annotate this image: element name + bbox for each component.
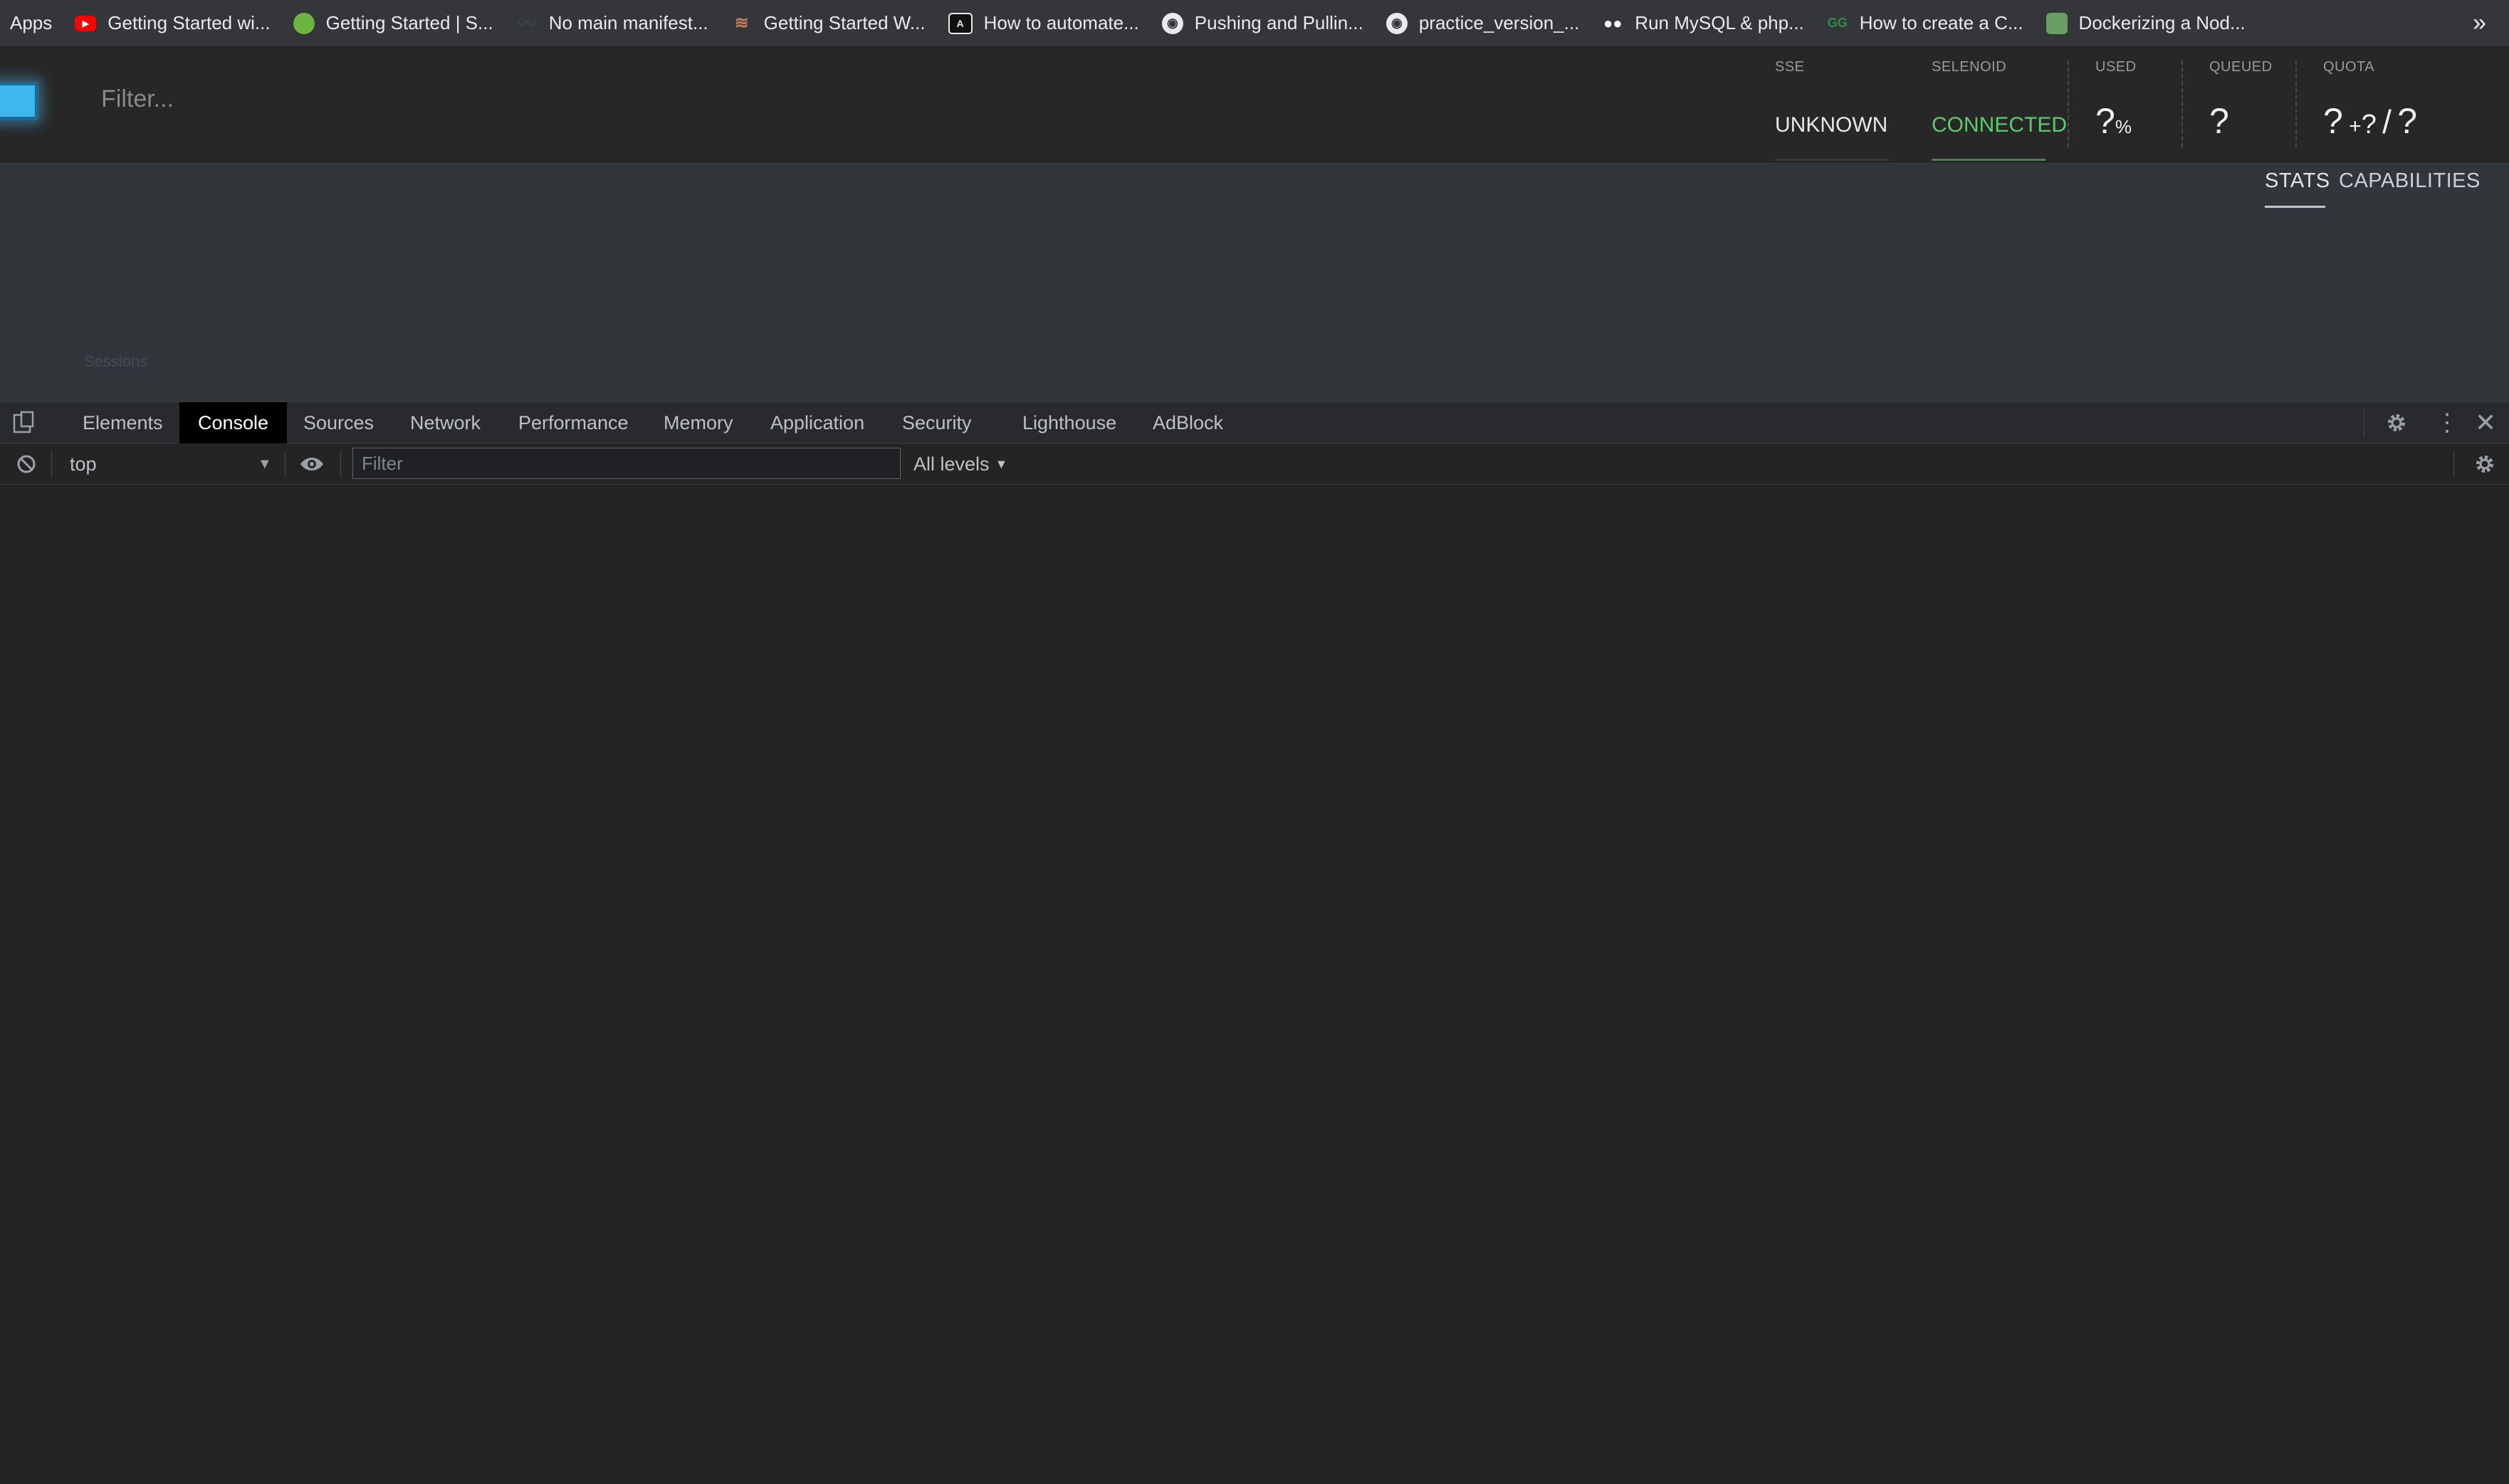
console-output[interactable] xyxy=(0,485,2509,1484)
bookmark-item[interactable]: Getting Started | S... xyxy=(293,0,493,46)
device-toggle-icon[interactable] xyxy=(11,402,36,443)
tab-capabilities[interactable]: CAPABILITIES xyxy=(2339,169,2481,193)
stat-divider xyxy=(2295,60,2297,147)
console-filter-input[interactable] xyxy=(352,448,901,479)
tab-memory[interactable]: Memory xyxy=(664,402,733,443)
tab-stats[interactable]: STATS xyxy=(2265,169,2330,193)
stat-queued-value-group: ? xyxy=(2209,100,2229,142)
stat-quota-plus: + xyxy=(2349,115,2362,138)
bookmark-label: No main manifest... xyxy=(548,12,708,33)
console-toolbar: top ▼ All levels ▼ xyxy=(0,443,2509,485)
bookmarks-overflow-button[interactable]: » xyxy=(2473,0,2486,46)
geeksforgeeks-icon: GG xyxy=(1827,16,1848,30)
tab-console[interactable]: Console xyxy=(179,402,288,443)
bookmark-item[interactable]: ▶ Getting Started wi... xyxy=(75,0,271,46)
tab-elements[interactable]: Elements xyxy=(83,402,163,443)
tab-lighthouse[interactable]: Lighthouse xyxy=(1022,402,1116,443)
stat-selenoid-value: CONNECTED xyxy=(1932,113,2068,137)
bookmark-label: How to create a C... xyxy=(1859,12,2023,33)
tab-network[interactable]: Network xyxy=(410,402,481,443)
toolbar-divider xyxy=(2453,451,2454,478)
settings-gear-icon[interactable] xyxy=(2385,402,2408,443)
tab-application[interactable]: Application xyxy=(770,402,864,443)
context-selector[interactable]: top xyxy=(70,443,97,485)
stat-selenoid-label: SELENOID xyxy=(1932,59,2007,75)
bookmark-item[interactable]: ◉ practice_version_... xyxy=(1386,0,1579,46)
stats-panel: STATS CAPABILITIES Sessions xyxy=(0,162,2509,401)
more-options-icon[interactable]: ⋮ xyxy=(2435,402,2459,443)
bookmark-item[interactable]: 〰 No main manifest... xyxy=(516,0,708,46)
session-filter-input[interactable] xyxy=(100,79,743,119)
stat-quota-total: ? xyxy=(2397,101,2418,141)
medium-icon: ●● xyxy=(1603,14,1623,32)
stat-used-value-group: ?% xyxy=(2095,100,2132,142)
stat-used-unit: % xyxy=(2115,116,2132,137)
app-header: SSE UNKNOWN SELENOID CONNECTED USED ?% Q… xyxy=(0,46,2509,162)
stat-queued-label: QUEUED xyxy=(2209,59,2273,75)
globe-icon: ◉ xyxy=(1386,12,1408,34)
stat-selenoid-underline xyxy=(1932,159,2046,161)
tab-security[interactable]: Security xyxy=(902,402,972,443)
stat-sse-underline xyxy=(1775,159,1889,161)
bookmark-item[interactable]: Dockerizing a Nod... xyxy=(2046,0,2246,46)
console-settings-gear-icon[interactable] xyxy=(2473,443,2496,485)
tab-adblock[interactable]: AdBlock xyxy=(1153,402,1223,443)
bookmark-label: Getting Started W... xyxy=(763,12,926,33)
globe-icon: ◉ xyxy=(1161,12,1183,34)
selenoid-logo[interactable] xyxy=(0,82,38,120)
toolbar-divider xyxy=(340,451,341,478)
stat-used-label: USED xyxy=(2095,59,2137,75)
bookmark-item[interactable]: A How to automate... xyxy=(948,0,1139,46)
bookmark-label: practice_version_... xyxy=(1418,12,1580,33)
bookmark-label: Getting Started | S... xyxy=(325,12,493,33)
stat-divider xyxy=(2068,60,2069,147)
bookmark-label: Run MySQL & php... xyxy=(1635,12,1804,33)
stat-queued-value: ? xyxy=(2209,101,2229,141)
stat-divider xyxy=(2181,60,2183,147)
stat-sse-label: SSE xyxy=(1775,59,1805,75)
bookmark-label: Getting Started wi... xyxy=(108,12,271,33)
stat-quota-value-group: ? +? / ? xyxy=(2323,100,2417,142)
stat-quota-value: ? xyxy=(2323,101,2343,141)
chevron-down-icon[interactable]: ▼ xyxy=(258,443,272,485)
toolbar-divider xyxy=(51,451,52,478)
bookmark-item[interactable]: ●● Run MySQL & php... xyxy=(1602,0,1804,46)
live-expression-eye-icon[interactable] xyxy=(299,443,325,485)
tab-performance[interactable]: Performance xyxy=(518,402,629,443)
bookmarks-bar: Apps ▶ Getting Started wi... Getting Sta… xyxy=(0,0,2509,46)
bookmark-label: Dockerizing a Nod... xyxy=(2078,12,2246,33)
tab-stats-indicator xyxy=(2265,206,2325,208)
stat-used-value: ? xyxy=(2095,101,2115,141)
toolbar-divider xyxy=(285,451,286,478)
clear-console-icon[interactable] xyxy=(16,443,37,485)
bookmark-apps-label: Apps xyxy=(10,12,53,33)
log-levels-dropdown[interactable]: All levels ▼ xyxy=(913,443,1007,485)
bookmark-item[interactable]: ≋ Getting Started W... xyxy=(731,0,926,46)
youtube-icon: ▶ xyxy=(75,15,97,31)
chevron-down-icon: ▼ xyxy=(995,456,1008,471)
docker-doc-icon: ≋ xyxy=(734,14,749,33)
stat-quota-label: QUOTA xyxy=(2323,59,2375,75)
stat-quota-pending: ? xyxy=(2361,110,2377,140)
bookmark-apps[interactable]: Apps xyxy=(10,0,52,46)
tab-sources[interactable]: Sources xyxy=(303,402,374,443)
nodejs-icon xyxy=(2046,12,2068,34)
bookmark-item[interactable]: ◉ Pushing and Pullin... xyxy=(1161,0,1363,46)
context-selector-value: top xyxy=(70,453,97,475)
spring-icon xyxy=(293,12,315,34)
log-levels-value: All levels xyxy=(913,453,990,475)
stackoverflow-icon: 〰 xyxy=(517,14,536,35)
bookmark-label: Pushing and Pullin... xyxy=(1194,12,1363,33)
close-devtools-icon[interactable]: ✕ xyxy=(2475,402,2496,443)
devtools-tab-bar: Elements Console Sources Network Perform… xyxy=(0,401,2509,443)
bookmark-item[interactable]: GG How to create a C... xyxy=(1827,0,2023,46)
bookmark-label: How to automate... xyxy=(983,12,1139,33)
sessions-label: Sessions xyxy=(84,352,148,370)
automation-icon: A xyxy=(948,12,973,34)
stat-quota-slash: / xyxy=(2382,103,2392,140)
stat-sse-value: UNKNOWN xyxy=(1775,113,1888,137)
